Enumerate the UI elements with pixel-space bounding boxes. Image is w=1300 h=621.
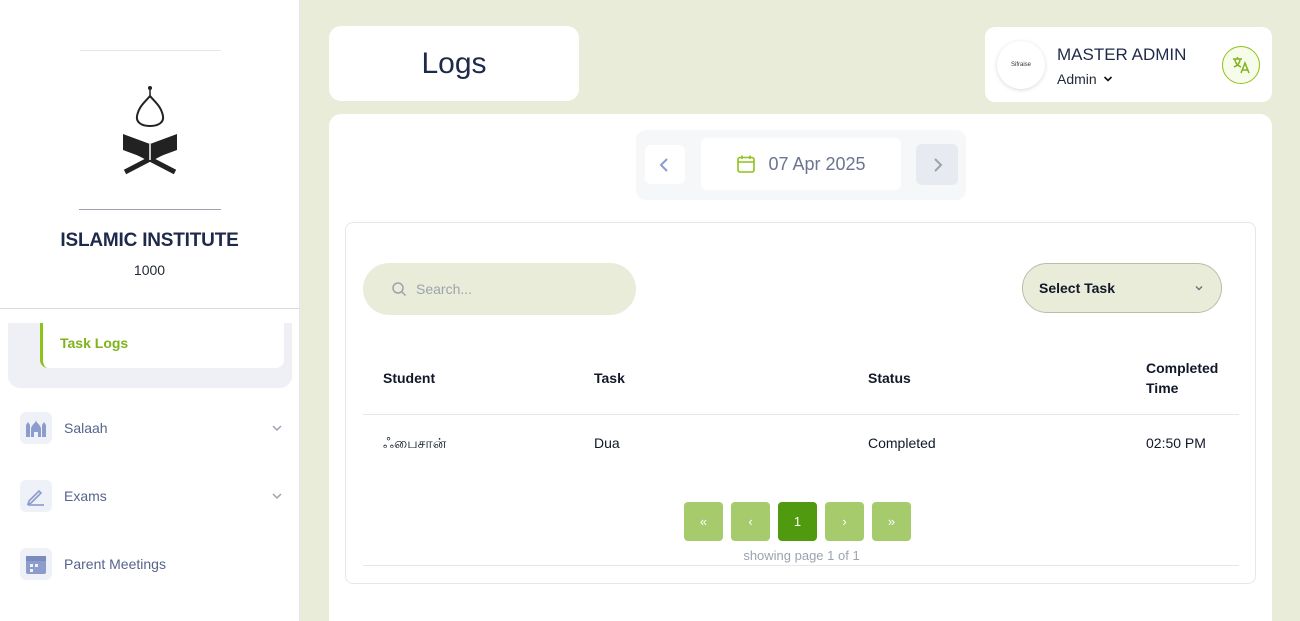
calendar-icon — [737, 155, 756, 173]
chevron-right-icon — [934, 157, 943, 172]
sidebar-item-task-logs[interactable]: Task Logs — [40, 323, 284, 368]
column-header-student[interactable]: Student — [383, 368, 435, 388]
page-title-card: Logs — [329, 26, 579, 101]
sidebar-item-label: Task Logs — [60, 335, 129, 351]
next-page-button[interactable]: › — [825, 502, 864, 541]
language-button[interactable] — [1222, 46, 1260, 84]
user-name: MASTER ADMIN — [1057, 45, 1187, 64]
institute-code: 1000 — [133, 262, 166, 278]
sidebar: ISLAMIC INSTITUTE 1000 Task Logs Salaah … — [0, 0, 300, 621]
sidebar-item-salaah[interactable]: Salaah — [20, 412, 284, 444]
last-page-button[interactable]: » — [872, 502, 911, 541]
page-button-current[interactable]: 1 — [778, 502, 817, 541]
institute-logo-icon — [123, 86, 177, 175]
search-box — [363, 263, 636, 315]
table-row[interactable]: ஃபைசான் Dua Completed 02:50 PM — [363, 415, 1239, 475]
sidebar-brand: ISLAMIC INSTITUTE 1000 — [0, 0, 299, 309]
chevron-left-icon — [659, 157, 668, 172]
calendar-icon — [20, 548, 52, 580]
logs-panel: 07 Apr 2025 Select Task Student Task Sta… — [329, 114, 1272, 621]
avatar-logo-text: Sifraise — [1010, 62, 1031, 68]
chevron-down-icon — [272, 493, 282, 500]
pagination: « ‹ 1 › » — [684, 502, 911, 541]
translate-icon — [1233, 57, 1250, 74]
first-page-button[interactable]: « — [684, 502, 723, 541]
previous-page-button[interactable]: ‹ — [731, 502, 770, 541]
sidebar-item-label: Salaah — [64, 420, 108, 436]
column-header-status[interactable]: Status — [868, 368, 911, 388]
pencil-icon — [20, 480, 52, 512]
table-header: Student Task Status Completed Time — [363, 341, 1239, 415]
user-role-dropdown[interactable]: Admin — [1057, 71, 1113, 87]
chevron-down-icon — [1103, 76, 1112, 82]
date-picker[interactable]: 07 Apr 2025 — [701, 138, 901, 190]
page-title: Logs — [421, 46, 487, 80]
sidebar-item-label: Exams — [64, 488, 107, 504]
task-logs-table-panel: Select Task Student Task Status Complete… — [345, 222, 1256, 584]
divider — [80, 50, 221, 51]
sidebar-item-parent-meetings[interactable]: Parent Meetings — [20, 548, 284, 580]
sidebar-item-label: Parent Meetings — [64, 556, 166, 572]
user-card: Sifraise MASTER ADMIN Admin — [985, 27, 1272, 102]
column-header-task[interactable]: Task — [594, 368, 625, 388]
divider — [79, 209, 221, 210]
institute-name: ISLAMIC INSTITUTE — [60, 230, 239, 251]
mosque-icon — [20, 412, 52, 444]
cell-student: ஃபைசான் — [383, 435, 447, 451]
search-input[interactable] — [416, 281, 616, 297]
sidebar-item-exams[interactable]: Exams — [20, 480, 284, 512]
sidebar-submenu: Task Logs — [8, 323, 292, 388]
previous-date-button[interactable] — [645, 145, 685, 184]
task-select-value: Select Task — [1039, 280, 1116, 296]
divider — [363, 565, 1239, 566]
task-select[interactable]: Select Task — [1022, 263, 1222, 313]
date-navigator: 07 Apr 2025 — [636, 130, 966, 200]
cell-completed-time: 02:50 PM — [1146, 435, 1206, 451]
chevron-down-icon — [272, 425, 282, 432]
user-role: Admin — [1057, 71, 1097, 87]
cell-task: Dua — [594, 435, 620, 451]
chevron-down-icon — [1195, 286, 1203, 291]
avatar[interactable]: Sifraise — [997, 41, 1045, 89]
selected-date: 07 Apr 2025 — [768, 153, 866, 174]
cell-status: Completed — [868, 435, 936, 451]
pagination-summary: showing page 1 of 1 — [743, 548, 860, 563]
search-icon — [392, 282, 407, 297]
column-header-completed-time[interactable]: Completed Time — [1146, 358, 1236, 398]
next-date-button[interactable] — [916, 144, 958, 185]
